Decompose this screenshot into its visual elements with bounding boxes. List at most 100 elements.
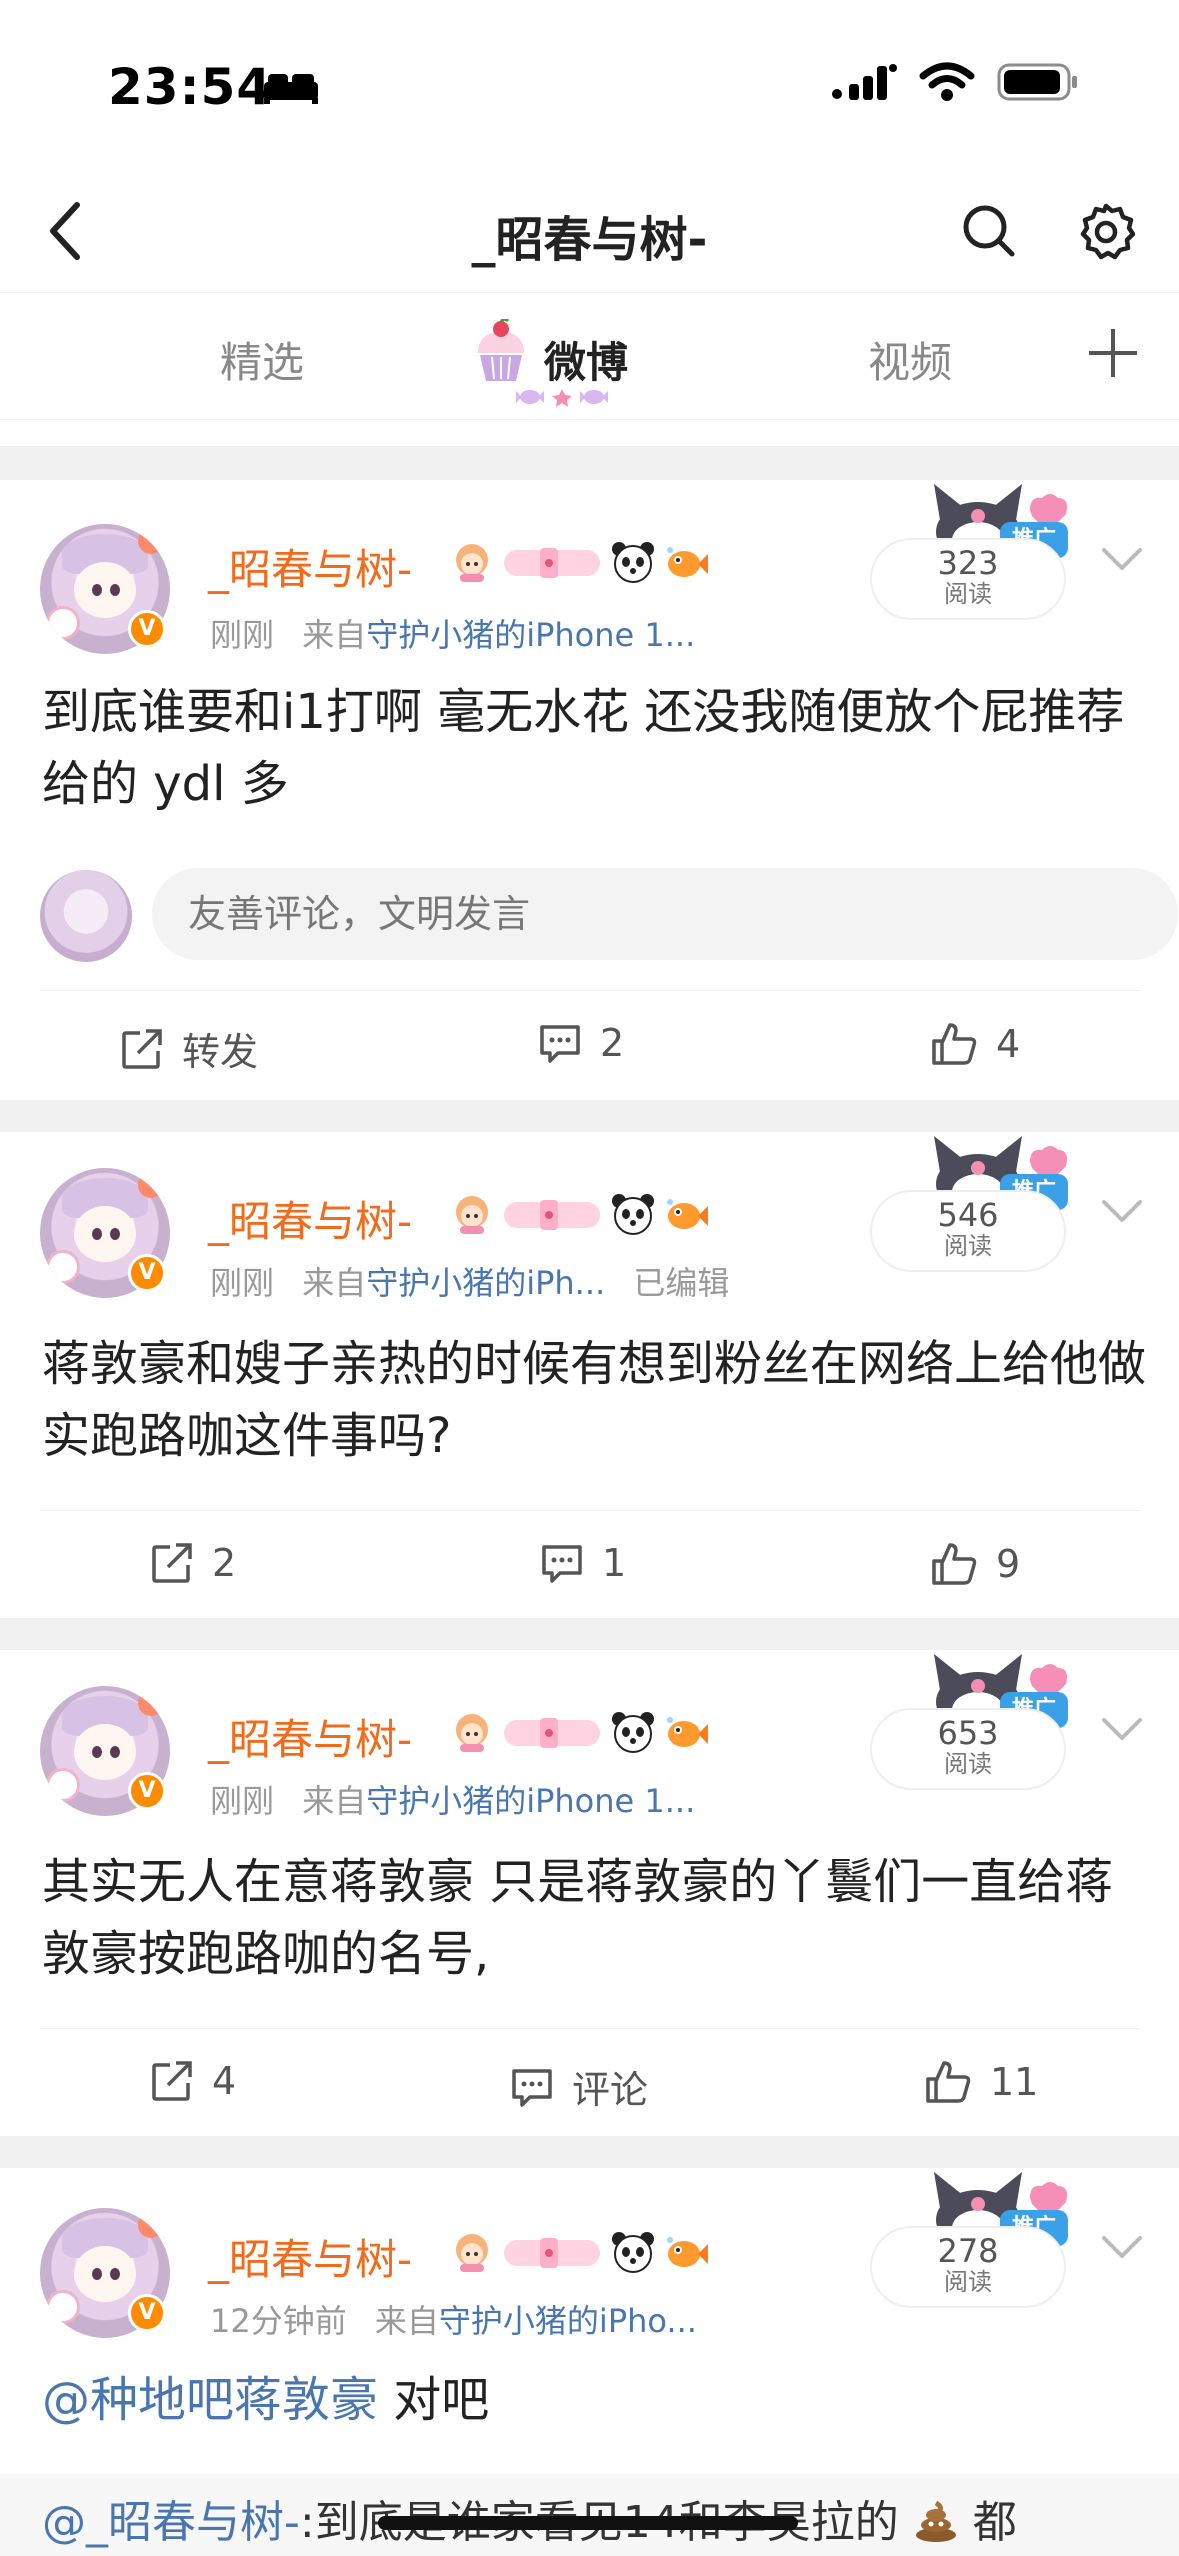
cellular-signal-icon xyxy=(832,64,897,100)
post-meta: 刚刚 来自守护小猪的iPhone 1... xyxy=(210,610,695,656)
repost-button[interactable]: 转发 xyxy=(120,1021,258,1076)
views-counter[interactable]: 278 阅读 xyxy=(870,2226,1066,2308)
user-badges xyxy=(450,2230,708,2274)
tab-featured[interactable]: 精选 xyxy=(220,329,304,390)
source-prefix: 来自 xyxy=(302,1782,367,1820)
post-card[interactable]: V _昭春与树- 刚刚 来自守护小猪的iPhone 1... 推广 323 阅读… xyxy=(0,480,1179,1100)
post-meta: 刚刚 来自守护小猪的iPhone 1... xyxy=(210,1776,695,1822)
goldfish-icon xyxy=(667,1199,708,1229)
goldfish-icon xyxy=(667,547,708,577)
battery-icon xyxy=(997,63,1077,101)
panda-icon xyxy=(612,2232,654,2273)
girl-emoji-icon xyxy=(456,544,488,582)
home-indicator[interactable] xyxy=(378,2516,798,2530)
comment-icon xyxy=(540,1025,580,1063)
like-button[interactable]: 4 xyxy=(930,1021,1020,1067)
comment-button[interactable]: 评论 xyxy=(510,2059,648,2114)
post-username[interactable]: _昭春与树- xyxy=(208,536,412,597)
feed-divider xyxy=(0,446,1179,480)
like-count: 9 xyxy=(996,1542,1021,1586)
post-actions: 转发 2 4 xyxy=(40,990,1140,1098)
panda-icon xyxy=(612,1194,654,1235)
pink-ribbon-icon xyxy=(504,1200,600,1230)
comment-label: 评论 xyxy=(572,2068,649,2112)
views-count: 546 xyxy=(937,1196,999,1234)
comment-icon xyxy=(542,1545,582,1583)
repost-button[interactable]: 4 xyxy=(150,2059,236,2103)
chevron-down-icon[interactable] xyxy=(1092,1192,1152,1232)
comment-button[interactable]: 2 xyxy=(538,1021,624,1065)
user-badges xyxy=(450,540,708,584)
views-label: 阅读 xyxy=(944,580,992,608)
verified-badge-icon: V xyxy=(128,2294,166,2332)
views-counter[interactable]: 546 阅读 xyxy=(870,1190,1066,1272)
post-text[interactable]: 其实无人在意蒋敦豪 只是蒋敦豪的丫鬟们一直给蒋敦豪按跑路咖的名号, xyxy=(42,1846,1152,1990)
edited-label: 已编辑 xyxy=(633,1264,730,1302)
post-source[interactable]: 守护小猪的iPhone 1... xyxy=(366,616,695,654)
poop-emoji-icon xyxy=(915,2500,956,2542)
user-badges xyxy=(450,1192,708,1236)
post-username[interactable]: _昭春与树- xyxy=(208,1706,412,1767)
views-counter[interactable]: 653 阅读 xyxy=(870,1708,1066,1790)
feed-divider xyxy=(0,1100,1179,1132)
post-source[interactable]: 守护小猪的iPhone 1... xyxy=(366,1782,695,1820)
verified-badge-icon: V xyxy=(128,1254,166,1292)
like-button[interactable]: 11 xyxy=(924,2059,1038,2105)
like-button[interactable]: 9 xyxy=(930,1541,1020,1587)
chevron-down-icon[interactable] xyxy=(1092,1710,1152,1750)
post-meta: 12分钟前 来自守护小猪的iPho... xyxy=(210,2296,697,2342)
post-username[interactable]: _昭春与树- xyxy=(208,1188,412,1249)
search-icon xyxy=(963,205,1015,257)
post-username[interactable]: _昭春与树- xyxy=(208,2226,412,2287)
post-card[interactable]: V _昭春与树- 刚刚 来自守护小猪的iPhone 1... 推广 653 阅读… xyxy=(0,1650,1179,2136)
goldfish-icon xyxy=(667,2237,708,2267)
post-source[interactable]: 守护小猪的iPho... xyxy=(439,2302,697,2340)
verified-badge-icon: V xyxy=(128,1772,166,1810)
tab-video[interactable]: 视频 xyxy=(868,329,952,390)
pink-ribbon-icon xyxy=(504,548,600,578)
repost-icon xyxy=(152,1543,192,1583)
comment-icon xyxy=(512,2068,552,2107)
status-bar: 23:54 xyxy=(0,0,1179,170)
settings-button[interactable] xyxy=(1071,196,1141,266)
post-time: 刚刚 xyxy=(210,1264,275,1302)
post-card[interactable]: V _昭春与树- 12分钟前 来自守护小猪的iPho... 推广 278 阅读 … xyxy=(0,2168,1179,2556)
views-counter[interactable]: 323 阅读 xyxy=(870,538,1066,620)
pink-ribbon-icon xyxy=(504,1718,600,1748)
post-meta: 刚刚 来自守护小猪的iPh... 已编辑 xyxy=(210,1258,729,1304)
quoted-post[interactable]: @_昭春与树-:到底是谁家看见14和李昊拉的 都 xyxy=(0,2474,1179,2556)
verified-badge-icon: V xyxy=(128,610,166,648)
views-label: 阅读 xyxy=(944,1232,992,1260)
girl-emoji-icon xyxy=(456,1714,488,1752)
panda-icon xyxy=(612,1712,654,1753)
post-time: 刚刚 xyxy=(210,1782,275,1820)
quoted-mention-link[interactable]: @_昭春与树- xyxy=(42,2497,300,2548)
post-time: 12分钟前 xyxy=(210,2302,347,2340)
add-tab-icon[interactable] xyxy=(1083,323,1143,383)
tab-weibo[interactable]: 微博 xyxy=(544,329,628,390)
views-label: 阅读 xyxy=(944,2268,992,2296)
my-avatar xyxy=(40,870,132,962)
post-text[interactable]: @种地吧蒋敦豪 对吧 xyxy=(42,2364,1152,2436)
views-label: 阅读 xyxy=(944,1750,992,1778)
source-prefix: 来自 xyxy=(302,1264,367,1302)
cupcake-icon xyxy=(478,319,524,381)
wifi-icon xyxy=(919,62,975,101)
girl-emoji-icon xyxy=(456,2234,488,2272)
comment-button[interactable]: 1 xyxy=(540,1541,626,1585)
repost-button[interactable]: 2 xyxy=(150,1541,236,1585)
post-text[interactable]: 到底谁要和i1打啊 毫无水花 还没我随便放个屁推荐给的 ydl 多 xyxy=(42,676,1152,820)
gear-icon xyxy=(1080,203,1135,260)
chevron-down-icon[interactable] xyxy=(1092,2228,1152,2268)
nav-bar: _昭春与树- xyxy=(0,170,1179,292)
user-badges xyxy=(450,1710,708,1754)
post-source[interactable]: 守护小猪的iPh... xyxy=(366,1264,605,1302)
feed-divider xyxy=(0,1618,1179,1650)
mention-link[interactable]: @种地吧蒋敦豪 xyxy=(42,2372,378,2428)
like-count: 11 xyxy=(990,2060,1039,2104)
post-text[interactable]: 蒋敦豪和嫂子亲热的时候有想到粉丝在网络上给他做实跑路咖这件事吗? xyxy=(42,1328,1152,1472)
chevron-down-icon[interactable] xyxy=(1092,540,1152,580)
post-card[interactable]: V _昭春与树- 刚刚 来自守护小猪的iPh... 已编辑 推广 546 阅读 … xyxy=(0,1132,1179,1618)
comment-input[interactable]: 友善评论，文明发言 xyxy=(152,868,1178,960)
search-button[interactable] xyxy=(954,196,1024,266)
